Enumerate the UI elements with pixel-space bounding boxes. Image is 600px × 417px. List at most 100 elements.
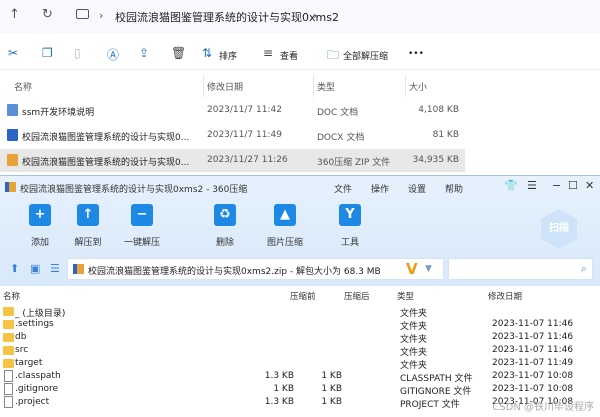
folder-icon: [3, 307, 14, 316]
entry-name: .classpath: [15, 371, 61, 381]
paste-icon[interactable]: ▯: [74, 46, 81, 60]
tool-icon: ↑: [77, 204, 99, 226]
v-icon[interactable]: V: [406, 260, 418, 278]
entry-name: db: [15, 332, 27, 342]
tool-label: 图片压缩: [266, 238, 303, 248]
col-name[interactable]: 名称: [3, 290, 20, 302]
file-icon: [4, 370, 13, 382]
file-row[interactable]: ssm开发环境说明 2023/11/7 11:42 DOC 文档 4,108 K…: [0, 99, 465, 122]
entry-before: 1.3 KB: [264, 397, 294, 407]
view-button[interactable]: 查看: [280, 49, 298, 62]
delete-icon[interactable]: 🗑: [171, 46, 186, 60]
file-name: 校园流浪猫图鉴管理系统的设计与实现0...: [22, 133, 190, 143]
refresh-icon[interactable]: ↻: [42, 7, 53, 22]
archive-row[interactable]: src 文件夹 2023-11-07 11:46: [0, 344, 600, 358]
menu-help[interactable]: 帮助: [445, 182, 463, 195]
minimize-icon[interactable]: −: [552, 179, 561, 192]
entry-before: 1.3 KB: [264, 371, 294, 381]
file-type: 360压缩 ZIP 文件: [317, 158, 391, 168]
column-size[interactable]: 大小: [409, 80, 427, 93]
archive-row[interactable]: .gitignore 1 KB 1 KB GITIGNORE 文件 2023-1…: [0, 383, 600, 397]
scan-button[interactable]: 扫描: [541, 209, 577, 249]
breadcrumb[interactable]: 校园流浪猫图鉴管理系统的设计与实现0xms2: [115, 9, 339, 25]
folder-icon: [3, 333, 14, 342]
up-icon[interactable]: ⬆: [10, 262, 19, 275]
computer-icon[interactable]: [76, 9, 89, 19]
menu-operate[interactable]: 操作: [371, 182, 389, 195]
address-bar: ↑ ↻ › 校园流浪猫图鉴管理系统的设计与实现0xms2 ›: [0, 0, 600, 33]
cut-icon[interactable]: ✂: [8, 46, 18, 60]
archive-row[interactable]: .classpath 1.3 KB 1 KB CLASSPATH 文件 2023…: [0, 370, 600, 384]
thumbnail-view-icon[interactable]: ▣: [30, 262, 40, 275]
menu-file[interactable]: 文件: [334, 182, 352, 195]
tool-icon: Y: [339, 204, 361, 226]
entry-date: 2023-11-07 11:46: [492, 319, 574, 329]
maximize-icon[interactable]: ☐: [568, 179, 578, 192]
tool-label: 一键解压: [123, 238, 160, 248]
column-type[interactable]: 类型: [317, 80, 335, 93]
tool-button[interactable]: − 一键解压: [117, 204, 167, 248]
sort-icon[interactable]: ⇅: [202, 46, 212, 60]
skin-icon[interactable]: 👕: [504, 179, 518, 192]
archive-row[interactable]: target 文件夹 2023-11-07 11:49: [0, 357, 600, 371]
zip-header: 校园流浪猫图鉴管理系统的设计与实现0xms2 - 360压缩 文件 操作 设置 …: [0, 176, 600, 286]
file-row[interactable]: 校园流浪猫图鉴管理系统的设计与实现0... 2023/11/7 11:49 DO…: [0, 124, 465, 147]
tool-button[interactable]: ♻ 删除: [200, 204, 250, 248]
entry-date: 2023-11-07 11:46: [492, 332, 574, 342]
dropdown-icon[interactable]: ▼: [425, 264, 432, 274]
up-arrow-icon[interactable]: ↑: [9, 7, 20, 22]
share-icon[interactable]: ⇪: [139, 46, 149, 60]
file-row[interactable]: 校园流浪猫图鉴管理系统的设计与实现0... 2023/11/27 11:26 3…: [0, 149, 465, 172]
file-name: 校园流浪猫图鉴管理系统的设计与实现0...: [22, 158, 190, 168]
tool-label: 工具: [340, 238, 359, 248]
tool-button[interactable]: ↑ 解压到: [63, 204, 113, 248]
entry-after: 1 KB: [321, 371, 342, 381]
entry-name: .project: [15, 397, 50, 407]
column-date[interactable]: 修改日期: [207, 80, 243, 93]
tool-button[interactable]: ▲ 图片压缩: [260, 204, 310, 248]
col-type[interactable]: 类型: [397, 290, 414, 302]
file-explorer: ↑ ↻ › 校园流浪猫图鉴管理系统的设计与实现0xms2 › ✂ ❐ ▯ Ⓐ ⇪…: [0, 0, 600, 175]
file-size: 4,108 KB: [418, 105, 459, 115]
archive-row[interactable]: db 文件夹 2023-11-07 11:46: [0, 331, 600, 345]
entry-date: 2023-11-07 11:49: [492, 358, 574, 368]
col-after[interactable]: 压缩后: [344, 290, 370, 302]
sort-button[interactable]: 排序: [219, 49, 237, 62]
tool-button[interactable]: Y 工具: [325, 204, 375, 248]
file-icon: [4, 383, 13, 395]
extract-all-button[interactable]: 全部解压缩: [343, 49, 388, 62]
entry-after: 1 KB: [321, 397, 342, 407]
col-date[interactable]: 修改日期: [488, 290, 522, 302]
archive-row[interactable]: _ (上级目录) 文件夹: [0, 305, 600, 319]
tool-label: 添加: [30, 238, 49, 248]
menu-settings[interactable]: 设置: [408, 182, 426, 195]
zip-icon: [5, 182, 16, 192]
chevron-right-icon: ›: [99, 9, 104, 22]
column-name[interactable]: 名称: [14, 80, 32, 93]
file-date: 2023/11/27 11:26: [207, 155, 288, 165]
file-date: 2023/11/7 11:42: [207, 105, 282, 115]
feedback-icon[interactable]: ☰: [527, 179, 537, 192]
chevron-right-icon[interactable]: ›: [313, 9, 317, 22]
archive-row[interactable]: .settings 文件夹 2023-11-07 11:46: [0, 318, 600, 332]
file-size: 81 KB: [432, 130, 459, 140]
rename-icon[interactable]: Ⓐ: [107, 46, 119, 63]
tool-button[interactable]: + 添加: [15, 204, 65, 248]
folder-icon: [3, 359, 14, 368]
extract-icon[interactable]: 🗀: [327, 46, 339, 67]
file-icon: [4, 396, 13, 408]
more-button[interactable]: •••: [408, 49, 424, 59]
path-bar[interactable]: 校园流浪猫图鉴管理系统的设计与实现0xms2.zip - 解包大小为 68.3 …: [67, 258, 444, 280]
360-zip-window: 校园流浪猫图鉴管理系统的设计与实现0xms2 - 360压缩 文件 操作 设置 …: [0, 175, 600, 417]
entry-date: 2023-11-07 11:46: [492, 345, 574, 355]
search-input[interactable]: ⌕: [448, 258, 593, 280]
list-view-icon[interactable]: ☰: [50, 262, 60, 275]
close-icon[interactable]: ✕: [585, 179, 594, 192]
copy-icon[interactable]: ❐: [42, 46, 53, 60]
view-icon[interactable]: ≡: [263, 46, 273, 60]
file-type: DOC 文档: [317, 108, 359, 118]
search-icon[interactable]: ⌕: [581, 262, 587, 276]
tool-icon: +: [29, 204, 51, 226]
col-before[interactable]: 压缩前: [290, 290, 316, 302]
scan-label: 扫描: [549, 223, 569, 234]
